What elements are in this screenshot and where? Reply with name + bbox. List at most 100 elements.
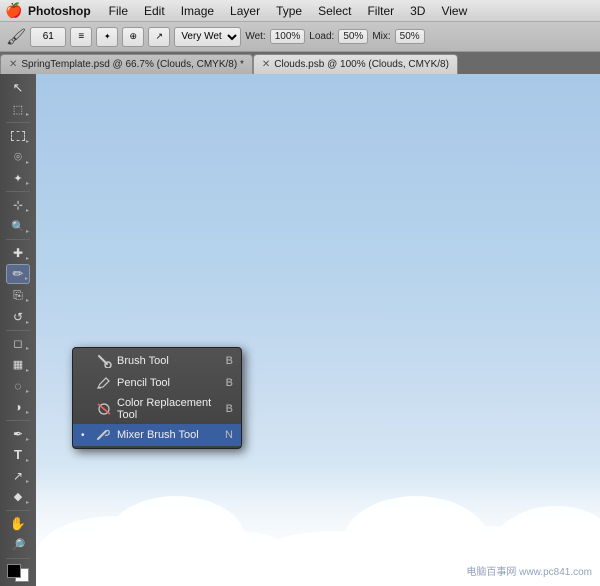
tab-bar: ✕ SpringTemplate.psd @ 66.7% (Clouds, CM…	[0, 52, 600, 74]
eraser-tool-arrow: ▸	[26, 345, 29, 352]
move-tool[interactable]: ↖	[6, 78, 30, 98]
mixer-brush-tool-label: Mixer Brush Tool	[117, 429, 221, 441]
quick-select-tool[interactable]: ✦ ▸	[6, 168, 30, 188]
eyedropper-tool-arrow: ▸	[26, 228, 29, 235]
tab-springtemplate-label: SpringTemplate.psd @ 66.7% (Clouds, CMYK…	[21, 59, 243, 70]
brush-preset-btn[interactable]: ≡	[70, 27, 92, 47]
wet-value[interactable]: 100%	[270, 29, 306, 44]
wetness-select[interactable]: Very Wet Wet Normal Dry	[174, 27, 241, 47]
spot-healing-tool-arrow: ▸	[26, 255, 29, 262]
eyedropper-tool[interactable]: 🔍 ▸	[6, 216, 30, 236]
menu-3d[interactable]: 3D	[402, 2, 433, 20]
tab-clouds-label: Clouds.psb @ 100% (Clouds, CMYK/8)	[274, 59, 449, 70]
artboard-tool[interactable]: ⬚ ▸	[6, 99, 30, 119]
gradient-tool[interactable]: ▦ ▸	[6, 354, 30, 374]
app-name: Photoshop	[28, 4, 91, 18]
tab-springtemplate[interactable]: ✕ SpringTemplate.psd @ 66.7% (Clouds, CM…	[0, 54, 253, 74]
tool-separator-5	[6, 420, 30, 421]
path-selection-tool-arrow: ▸	[26, 478, 29, 485]
brush-icon: 🖌	[6, 27, 26, 47]
wet-label: Wet:	[245, 31, 265, 42]
menu-filter[interactable]: Filter	[359, 2, 402, 20]
lasso-tool-arrow: ▸	[26, 159, 29, 166]
tool-separator-4	[6, 330, 30, 331]
marquee-tool-arrow: ▸	[26, 138, 29, 145]
clone-stamp-tool[interactable]: ⎘ ▸	[6, 285, 30, 305]
load-label: Load:	[309, 31, 334, 42]
dodge-tool-arrow: ▸	[26, 409, 29, 416]
load-value[interactable]: 50%	[338, 29, 368, 44]
pencil-tool-shortcut: B	[226, 377, 233, 389]
brush-tool-arrow: ▸	[25, 275, 28, 282]
dodge-tool[interactable]: ◑ ▸	[6, 397, 30, 417]
tab-clouds[interactable]: ✕ Clouds.psb @ 100% (Clouds, CMYK/8)	[253, 54, 458, 74]
brush-icon-menu	[95, 353, 113, 369]
pen-pressure-btn[interactable]: ↗	[148, 27, 170, 47]
context-menu-item-brush[interactable]: Brush Tool B	[73, 350, 241, 372]
eraser-tool[interactable]: ◻ ▸	[6, 333, 30, 353]
marquee-tool[interactable]: ▸	[6, 126, 30, 146]
context-menu: Brush Tool B Pencil Tool B	[72, 347, 242, 449]
mixer-brush-tool-shortcut: N	[225, 429, 233, 441]
menu-edit[interactable]: Edit	[136, 2, 173, 20]
crop-tool-arrow: ▸	[26, 207, 29, 214]
canvas-area: Brush Tool B Pencil Tool B	[36, 74, 600, 586]
menu-file[interactable]: File	[101, 2, 136, 20]
type-tool[interactable]: T ▸	[6, 445, 30, 465]
airbrush-btn[interactable]: ✦	[96, 27, 118, 47]
lasso-tool[interactable]: ⌾ ▸	[6, 147, 30, 167]
mix-label: Mix:	[372, 31, 390, 42]
clone-stamp-tool-arrow: ▸	[26, 297, 29, 304]
menu-layer[interactable]: Layer	[222, 2, 268, 20]
crop-tool[interactable]: ⊹ ▸	[6, 195, 30, 215]
color-replace-icon-menu	[95, 401, 113, 417]
brush-size-display[interactable]: 61	[30, 27, 66, 47]
pencil-tool-label: Pencil Tool	[117, 377, 222, 389]
shape-tool[interactable]: ◆ ▸	[6, 487, 30, 507]
color-swatch[interactable]	[7, 564, 29, 582]
color-replace-tool-label: Color Replacement Tool	[117, 397, 222, 421]
menu-image[interactable]: Image	[173, 2, 222, 20]
mix-value[interactable]: 50%	[395, 29, 425, 44]
toolbar: ↖ ⬚ ▸ ▸ ⌾ ▸ ✦ ▸ ⊹ ▸ 🔍 ▸ ✚ ▸ ✏ ▸ ⎘ ▸	[0, 74, 36, 586]
tool-separator-3	[6, 239, 30, 240]
hand-tool[interactable]: ✋	[6, 514, 30, 534]
spot-healing-tool[interactable]: ✚ ▸	[6, 243, 30, 263]
tab-close-springtemplate[interactable]: ✕	[9, 59, 17, 70]
pen-tool-arrow: ▸	[26, 436, 29, 443]
menubar: 🍎 Photoshop File Edit Image Layer Type S…	[0, 0, 600, 22]
mixer-brush-check: •	[81, 430, 93, 441]
tool-separator-2	[6, 191, 30, 192]
tab-close-clouds[interactable]: ✕	[262, 59, 270, 70]
blur-tool[interactable]: ◌ ▸	[6, 376, 30, 396]
history-brush-tool[interactable]: ↺ ▸	[6, 306, 30, 326]
menu-view[interactable]: View	[433, 2, 475, 20]
menu-type[interactable]: Type	[268, 2, 310, 20]
history-brush-tool-arrow: ▸	[26, 319, 29, 326]
quick-select-tool-arrow: ▸	[26, 180, 29, 187]
apple-menu[interactable]: 🍎	[4, 1, 24, 21]
context-menu-item-mixer-brush[interactable]: • Mixer Brush Tool N	[73, 424, 241, 446]
brush-tool-shortcut: B	[226, 355, 233, 367]
shape-tool-arrow: ▸	[26, 499, 29, 506]
pressure-btn[interactable]: ⊕	[122, 27, 144, 47]
gradient-tool-arrow: ▸	[26, 367, 29, 374]
tool-separator-6	[6, 510, 30, 511]
zoom-tool[interactable]: 🔎	[6, 535, 30, 555]
menu-select[interactable]: Select	[310, 2, 359, 20]
pen-tool[interactable]: ✒ ▸	[6, 423, 30, 443]
color-replace-tool-shortcut: B	[226, 403, 233, 415]
tool-separator-7	[6, 558, 30, 559]
type-tool-arrow: ▸	[26, 457, 29, 464]
path-selection-tool[interactable]: ↗ ▸	[6, 466, 30, 486]
brush-tool[interactable]: ✏ ▸	[6, 264, 30, 284]
foreground-color-swatch[interactable]	[7, 564, 21, 578]
pencil-icon-menu	[95, 375, 113, 391]
tool-separator-1	[6, 122, 30, 123]
blur-tool-arrow: ▸	[26, 388, 29, 395]
mixer-brush-icon-menu	[95, 427, 113, 443]
context-menu-item-pencil[interactable]: Pencil Tool B	[73, 372, 241, 394]
context-menu-item-color-replace[interactable]: Color Replacement Tool B	[73, 394, 241, 424]
artboard-tool-arrow: ▸	[26, 111, 29, 118]
brush-tool-label: Brush Tool	[117, 355, 222, 367]
